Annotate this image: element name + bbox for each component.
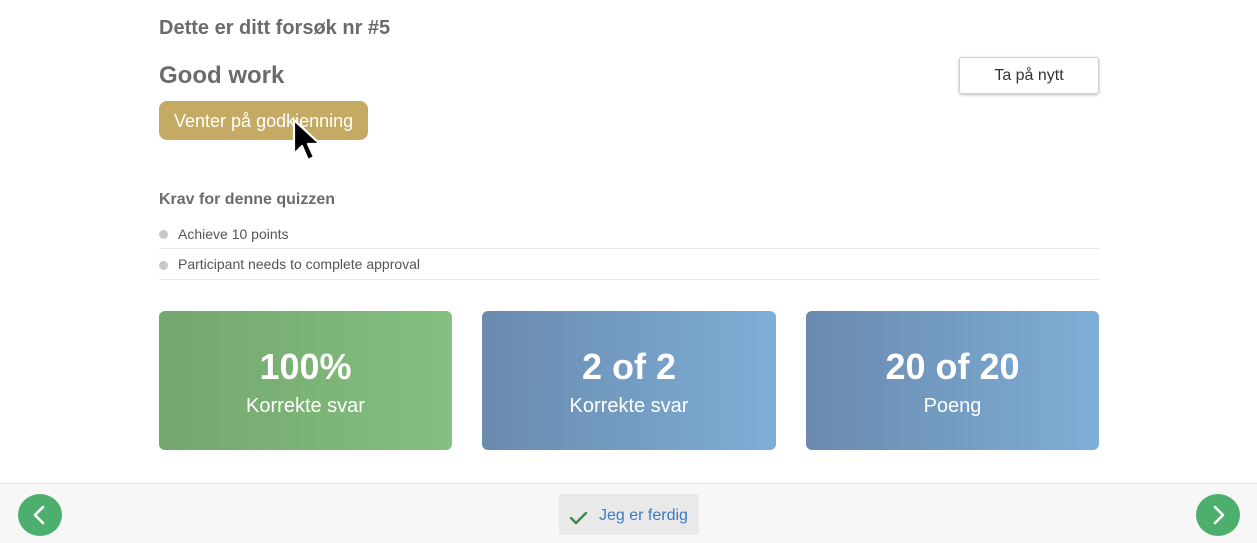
requirements-heading: Krav for denne quizzen bbox=[159, 191, 336, 208]
result-title: Good work bbox=[159, 62, 285, 89]
done-label: Jeg er ferdig bbox=[599, 507, 688, 524]
done-button[interactable]: Jeg er ferdig bbox=[559, 494, 699, 535]
requirement-item: Participant needs to complete approval bbox=[159, 249, 1099, 280]
stat-card-points: 20 of 20 Poeng bbox=[806, 311, 1099, 450]
stat-value: 100% bbox=[259, 346, 352, 387]
chevron-right-icon bbox=[1213, 505, 1225, 525]
requirement-item: Achieve 10 points bbox=[159, 219, 1099, 249]
stat-card-percent-correct: 100% Korrekte svar bbox=[159, 311, 452, 450]
previous-button[interactable] bbox=[18, 494, 62, 536]
retry-button[interactable]: Ta på nytt bbox=[959, 57, 1099, 94]
stat-card-correct-answers: 2 of 2 Korrekte svar bbox=[482, 311, 776, 450]
approval-status-badge[interactable]: Venter på godkjenning bbox=[159, 101, 369, 140]
stat-label: Korrekte svar bbox=[246, 395, 365, 417]
stat-value: 20 of 20 bbox=[885, 346, 1020, 387]
attempt-title: Dette er ditt forsøk nr #5 bbox=[159, 17, 391, 39]
bullet-icon bbox=[159, 230, 168, 239]
requirements-list: Achieve 10 points Participant needs to c… bbox=[159, 219, 1099, 280]
chevron-left-icon bbox=[33, 505, 45, 525]
next-button[interactable] bbox=[1196, 494, 1240, 536]
requirement-label: Achieve 10 points bbox=[178, 225, 289, 242]
stat-label: Korrekte svar bbox=[569, 395, 689, 417]
stat-value: 2 of 2 bbox=[581, 346, 677, 387]
bullet-icon bbox=[159, 260, 168, 270]
requirement-label: Participant needs to complete approval bbox=[178, 256, 421, 272]
checkmark-icon bbox=[569, 511, 588, 525]
stat-label: Poeng bbox=[923, 395, 982, 417]
